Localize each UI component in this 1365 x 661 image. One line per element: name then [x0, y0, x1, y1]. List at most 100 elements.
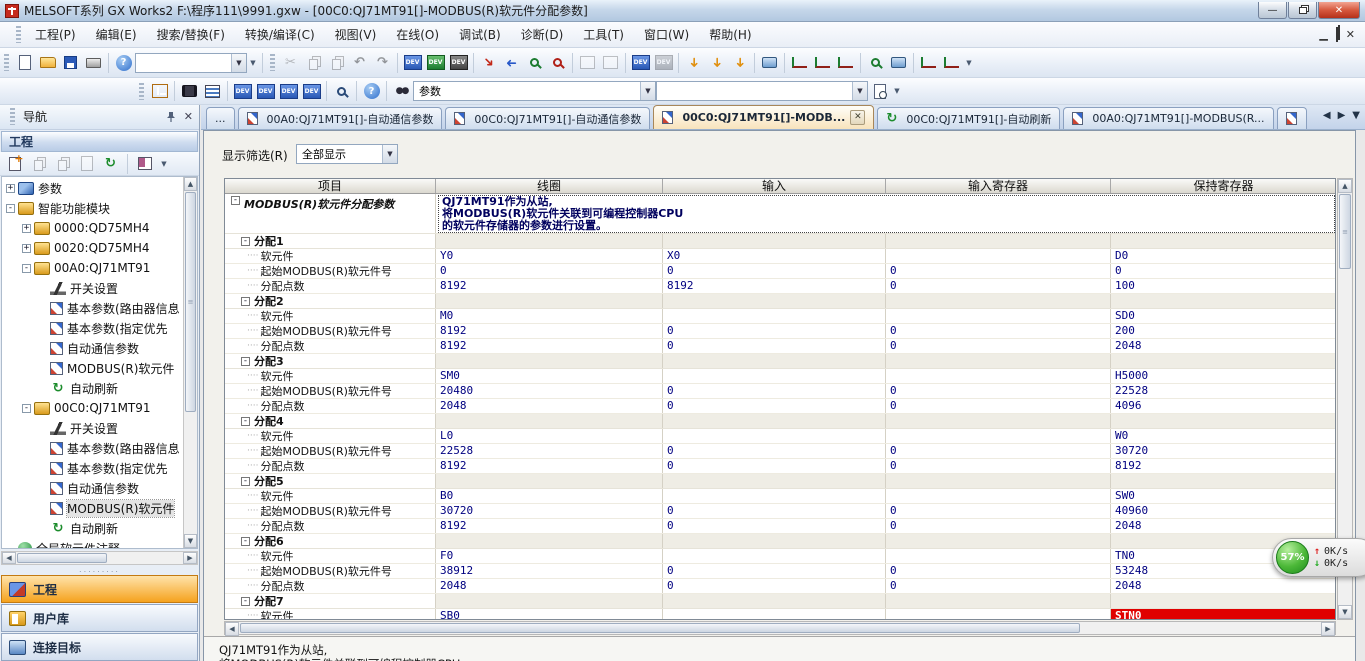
menu-item-3[interactable]: 转换/编译(C): [235, 22, 325, 47]
trace-stop-button[interactable]: [940, 51, 963, 74]
value-cell-分配2-input-1[interactable]: 0: [663, 324, 886, 338]
column-header-4[interactable]: 保持寄存器: [1111, 179, 1336, 193]
write-to-plc-button[interactable]: ➜: [477, 51, 500, 74]
device-comment-button[interactable]: DEV: [401, 51, 424, 74]
value-cell-分配1-holding_register-0[interactable]: D0: [1111, 249, 1336, 263]
step-in-button[interactable]: ➜: [705, 51, 728, 74]
paste-button[interactable]: [325, 51, 348, 74]
value-cell-分配4-input_register-1[interactable]: 0: [886, 444, 1111, 458]
undo-button[interactable]: ↶: [348, 51, 371, 74]
group-item-cell[interactable]: -分配5: [225, 474, 436, 488]
tree-item[interactable]: MODBUS(R)软元件: [4, 498, 182, 518]
group-item-cell[interactable]: -分配3: [225, 354, 436, 368]
table-scroll-thumb[interactable]: ≡: [1339, 194, 1351, 269]
nav-panel-project[interactable]: 工程: [1, 575, 198, 603]
mdi-restore-button[interactable]: [1336, 28, 1338, 41]
table-hscroll-right-icon[interactable]: ▶: [1321, 622, 1335, 636]
restore-button[interactable]: [1288, 2, 1317, 19]
tree-item[interactable]: -00A0:QJ71MT91: [4, 258, 182, 278]
tree-item[interactable]: +参数: [4, 178, 182, 198]
collapse-icon[interactable]: -: [241, 237, 250, 246]
value-cell-分配5-coil-0[interactable]: B0: [436, 489, 663, 503]
monitor-pause-button[interactable]: [576, 51, 599, 74]
find-button[interactable]: ●●: [390, 80, 413, 103]
value-cell-分配5-input_register-2[interactable]: 0: [886, 519, 1111, 533]
device-monitor-button[interactable]: DEV: [424, 51, 447, 74]
value-cell-分配5-input_register-1[interactable]: 0: [886, 504, 1111, 518]
collapse-icon[interactable]: -: [22, 264, 31, 273]
value-cell-分配4-holding_register-1[interactable]: 30720: [1111, 444, 1336, 458]
list-view-button[interactable]: [201, 80, 224, 103]
value-cell-分配1-coil-2[interactable]: 8192: [436, 279, 663, 293]
value-cell-分配5-input_register-0[interactable]: [886, 489, 1111, 503]
tree-item[interactable]: 全局软元件注释: [4, 538, 182, 548]
value-cell-分配1-input-0[interactable]: X0: [663, 249, 886, 263]
value-cell-分配4-input-0[interactable]: [663, 429, 886, 443]
value-cell-分配5-holding_register-2[interactable]: 2048: [1111, 519, 1336, 533]
tree-scroll-down-icon[interactable]: ▼: [184, 534, 197, 548]
group-item-cell[interactable]: -分配2: [225, 294, 436, 308]
second-combo[interactable]: ▼: [656, 81, 868, 101]
tree-item[interactable]: ↻自动刷新: [4, 518, 182, 538]
value-cell-分配5-holding_register-1[interactable]: 40960: [1111, 504, 1336, 518]
nav-panel-connection[interactable]: 连接目标: [1, 633, 198, 661]
collapse-icon[interactable]: -: [6, 204, 15, 213]
expand-icon[interactable]: +: [22, 244, 31, 253]
value-cell-分配3-holding_register-1[interactable]: 22528: [1111, 384, 1336, 398]
column-header-0[interactable]: 项目: [225, 179, 436, 193]
device-memory-button[interactable]: DEV: [254, 80, 277, 103]
root-item-cell[interactable]: -MODBUS(R)软元件分配参数: [225, 194, 436, 233]
sampling-trace-1-button[interactable]: [788, 51, 811, 74]
device-display-button[interactable]: DEV: [300, 80, 323, 103]
close-button[interactable]: ✕: [1318, 2, 1360, 19]
value-cell-分配3-input_register-0[interactable]: [886, 369, 1111, 383]
value-cell-分配6-coil-2[interactable]: 2048: [436, 579, 663, 593]
tree-hscrollbar[interactable]: ◀ ▶: [1, 551, 198, 565]
redo-button[interactable]: ↷: [371, 51, 394, 74]
value-cell-分配6-coil-0[interactable]: F0: [436, 549, 663, 563]
value-cell-分配1-coil-1[interactable]: 0: [436, 264, 663, 278]
nav-property-button[interactable]: [76, 153, 97, 174]
column-header-3[interactable]: 输入寄存器: [886, 179, 1111, 193]
group-item-cell[interactable]: -分配4: [225, 414, 436, 428]
tab-close-icon[interactable]: ✕: [850, 110, 865, 125]
group-item-cell[interactable]: -分配1: [225, 234, 436, 248]
value-cell-分配4-input_register-2[interactable]: 0: [886, 459, 1111, 473]
value-cell-分配1-input_register-1[interactable]: 0: [886, 264, 1111, 278]
value-cell-分配7-input-0[interactable]: [663, 609, 886, 620]
value-cell-分配2-input_register-2[interactable]: 0: [886, 339, 1111, 353]
toolbar2-overflow-icon[interactable]: ▼: [891, 89, 903, 93]
tab-scroll-right-icon[interactable]: ▶: [1338, 110, 1346, 121]
monitor-stop-button[interactable]: [546, 51, 569, 74]
help-button[interactable]: ?: [112, 51, 135, 74]
value-cell-分配6-input-2[interactable]: 0: [663, 579, 886, 593]
nav-new-item-button[interactable]: [4, 153, 25, 174]
collapse-icon[interactable]: -: [241, 477, 250, 486]
value-cell-分配5-holding_register-0[interactable]: SW0: [1111, 489, 1336, 503]
value-cell-分配2-coil-2[interactable]: 8192: [436, 339, 663, 353]
tab-scroll-left-icon[interactable]: ◀: [1323, 110, 1331, 121]
value-cell-分配7-holding_register-0[interactable]: STN0: [1111, 609, 1336, 620]
collapse-icon[interactable]: -: [241, 357, 250, 366]
value-cell-分配5-input-2[interactable]: 0: [663, 519, 886, 533]
collapse-icon[interactable]: -: [241, 537, 250, 546]
document-tab-5[interactable]: 00A0:QJ71MT91[]-MODBUS(R...: [1063, 107, 1273, 129]
value-cell-分配2-holding_register-1[interactable]: 200: [1111, 324, 1336, 338]
value-cell-分配6-input_register-0[interactable]: [886, 549, 1111, 563]
pc-parameter-button[interactable]: [758, 51, 781, 74]
mdi-close-button[interactable]: ✕: [1346, 28, 1355, 41]
value-cell-分配5-coil-1[interactable]: 30720: [436, 504, 663, 518]
nav-sort-dropdown-icon[interactable]: ▼: [158, 162, 170, 166]
nav-close-icon[interactable]: ✕: [184, 110, 193, 123]
new-file-button[interactable]: [13, 51, 36, 74]
tree-scrollbar[interactable]: ▲ ≡ ▼: [183, 177, 197, 548]
document-tab-3[interactable]: 00C0:QJ71MT91[]-MODB...✕: [653, 105, 874, 129]
value-cell-分配4-input-1[interactable]: 0: [663, 444, 886, 458]
document-tab-6[interactable]: [1277, 107, 1307, 129]
step-out-button[interactable]: ➜: [728, 51, 751, 74]
table-hscroll-thumb[interactable]: [240, 623, 1080, 633]
value-cell-分配6-holding_register-2[interactable]: 2048: [1111, 579, 1336, 593]
nav-paste-button[interactable]: [52, 153, 73, 174]
menu-item-1[interactable]: 编辑(E): [86, 22, 147, 47]
document-tab-4[interactable]: ↻00C0:QJ71MT91[]-自动刷新: [877, 107, 1060, 129]
